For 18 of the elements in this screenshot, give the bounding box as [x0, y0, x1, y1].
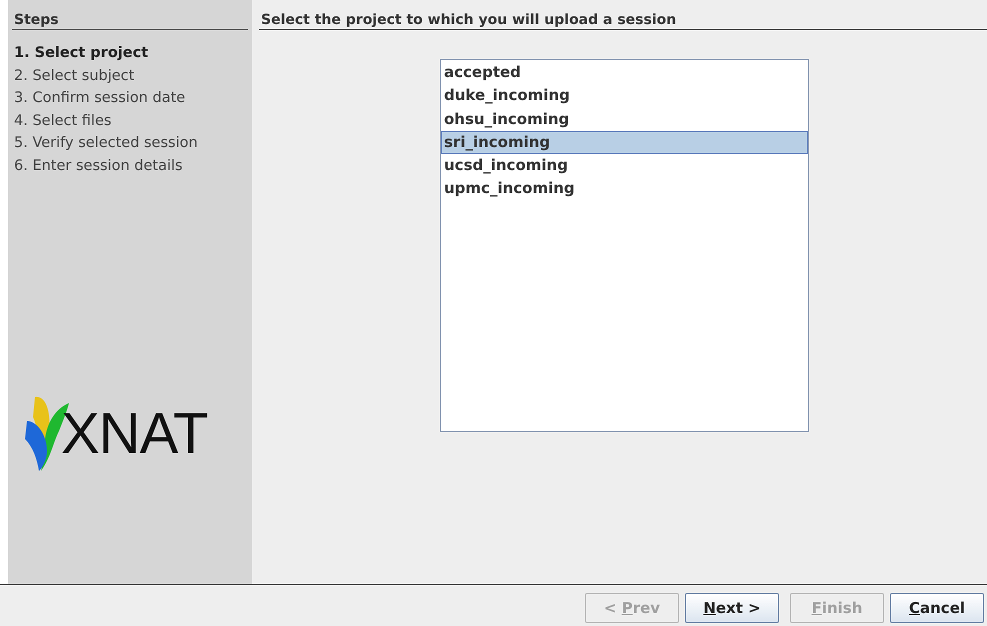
wizard-button[interactable]: Next > [685, 592, 779, 622]
logo-text: XNAT [61, 405, 208, 463]
step-label: 2. Select subject [14, 66, 136, 86]
project-item[interactable]: ucsd_incoming [441, 154, 808, 178]
project-item[interactable]: accepted [441, 61, 808, 84]
project-item[interactable]: upmc_incoming [441, 177, 808, 201]
project-item[interactable]: ohsu_incoming [441, 108, 808, 131]
step-label: 1. Select project [14, 44, 150, 63]
step-label: 4. Select files [14, 112, 112, 130]
step-label: 3. Confirm session date [14, 89, 186, 108]
project-item[interactable]: duke_incoming [441, 84, 808, 108]
page-heading: Select the project to which you will upload a session [259, 12, 987, 30]
wizard-button[interactable]: Cancel [890, 592, 984, 622]
step-label: 6. Enter session details [14, 156, 184, 176]
project-item[interactable]: sri_incoming [441, 130, 808, 154]
steps-heading: Steps [12, 12, 248, 30]
step-label: 5. Verify selected session [14, 134, 199, 153]
project-list[interactable]: accepted duke_incoming ohsu_incoming sri_incoming ucsd_incoming upmc_incoming [440, 59, 809, 432]
